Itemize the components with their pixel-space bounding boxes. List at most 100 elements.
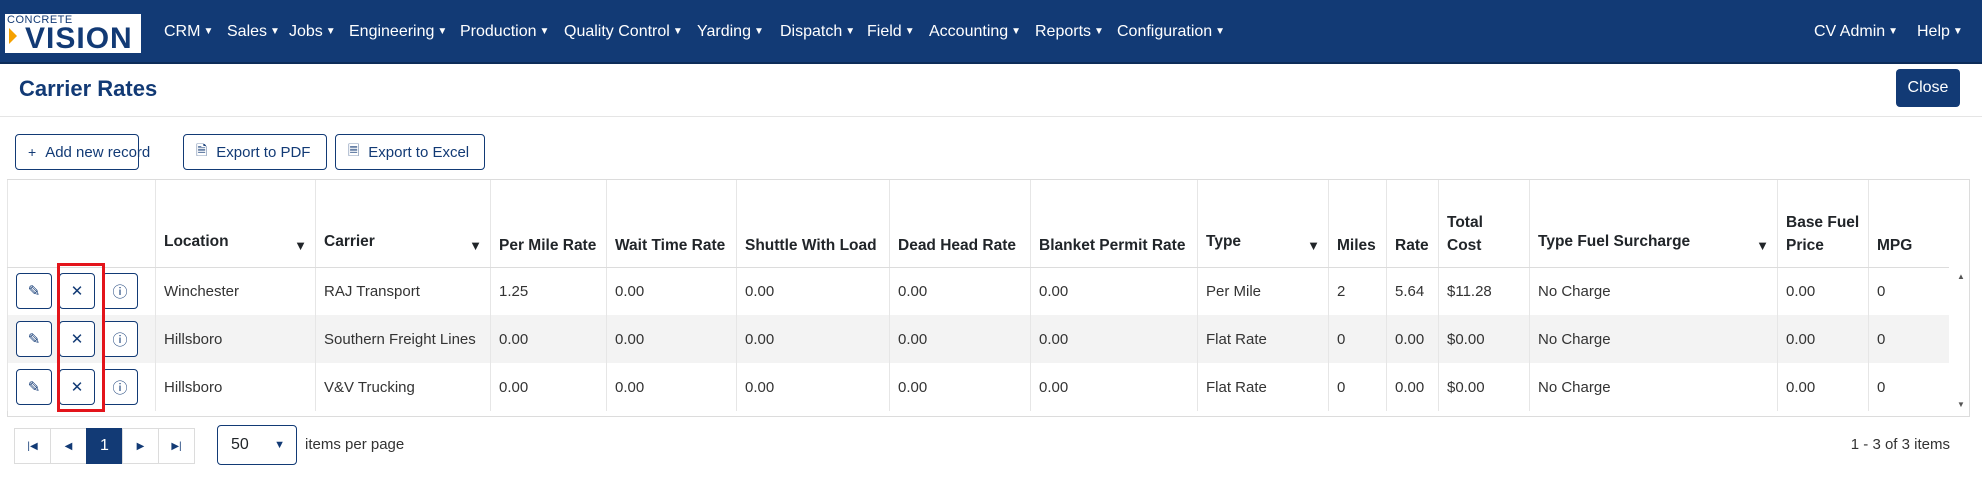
chevron-down-icon: ▼ <box>274 439 285 451</box>
pdf-icon: 🗎 <box>196 142 208 158</box>
cell-miles: 0 <box>1328 315 1387 363</box>
cell-carrier: Southern Freight Lines <box>315 315 491 363</box>
first-page-button[interactable]: |◀ <box>14 428 51 464</box>
delete-buttons-highlight <box>57 263 105 412</box>
cell-shuttle-with-load: 0.00 <box>736 315 890 363</box>
nav-crm[interactable]: CRM ▼ <box>164 23 213 41</box>
column-header-per-mile-rate[interactable]: Per Mile Rate <box>490 180 607 268</box>
items-per-page-label: items per page <box>305 436 405 453</box>
export-pdf-button[interactable]: 🗎 Export to PDF <box>183 134 327 170</box>
export-excel-button[interactable]: 🗏 Export to Excel <box>335 134 485 170</box>
caret-down-icon: ▼ <box>753 26 764 37</box>
cell-per-mile-rate: 0.00 <box>490 315 607 363</box>
nav-dispatch[interactable]: Dispatch ▼ <box>780 23 855 41</box>
column-header-type[interactable]: Type ▼ <box>1197 180 1329 268</box>
column-header-location[interactable]: Location ▼ <box>155 180 316 268</box>
nav-user-menu[interactable]: CV Admin ▼ <box>1814 23 1898 41</box>
previous-page-button[interactable]: ◀ <box>50 428 87 464</box>
page-size-select[interactable]: 50 ▼ <box>217 425 297 465</box>
cell-base-fuel-price: 0.00 <box>1777 267 1869 315</box>
info-button[interactable]: ⓘ <box>102 369 138 405</box>
nav-engineering[interactable]: Engineering ▼ <box>349 23 447 41</box>
top-navbar: CONCRETE VISION CRM ▼ Sales ▼ Jobs ▼ Engine… <box>0 0 1982 64</box>
cell-wait-time-rate: 0.00 <box>606 315 737 363</box>
cell-location: Hillsboro <box>155 363 316 411</box>
nav-accounting[interactable]: Accounting ▼ <box>929 23 1021 41</box>
info-button[interactable]: ⓘ <box>102 321 138 357</box>
cell-wait-time-rate: 0.00 <box>606 363 737 411</box>
edit-icon: ✎ <box>27 379 41 396</box>
caret-down-icon: ▼ <box>539 26 550 37</box>
caret-down-icon: ▼ <box>904 26 915 37</box>
page-number-button[interactable]: 1 <box>86 428 123 464</box>
nav-sales[interactable]: Sales ▼ <box>227 23 280 41</box>
edit-button[interactable]: ✎ <box>16 369 52 405</box>
column-header-total-cost[interactable]: Total Cost <box>1438 180 1530 268</box>
cell-shuttle-with-load: 0.00 <box>736 363 890 411</box>
cell-wait-time-rate: 0.00 <box>606 267 737 315</box>
cell-type: Flat Rate <box>1197 363 1329 411</box>
cell-base-fuel-price: 0.00 <box>1777 315 1869 363</box>
pager: |◀ ◀ 1 ▶ ▶| <box>14 428 195 464</box>
last-page-button[interactable]: ▶| <box>158 428 195 464</box>
cell-location: Hillsboro <box>155 315 316 363</box>
caret-down-icon: ▼ <box>1952 26 1963 37</box>
table-row[interactable]: ✎ ✕ ⓘ Winchester RAJ Transport 1.25 0.00 0.00 0.… <box>7 267 1949 315</box>
column-header-base-fuel-price[interactable]: Base Fuel Price <box>1777 180 1869 268</box>
column-header-miles[interactable]: Miles <box>1328 180 1387 268</box>
info-button[interactable]: ⓘ <box>102 273 138 310</box>
caret-down-icon: ▼ <box>1888 26 1899 37</box>
filter-icon[interactable]: ▼ <box>294 234 307 257</box>
cell-location: Winchester <box>155 267 316 315</box>
column-header-dead-head-rate[interactable]: Dead Head Rate <box>889 180 1031 268</box>
scroll-up-icon[interactable]: ▲ <box>1957 272 1965 281</box>
table-row[interactable]: ✎ ✕ ⓘ Hillsboro V&V Trucking 0.00 0.00 0.00 0.00… <box>7 363 1949 411</box>
cell-type-fuel-surcharge: No Charge <box>1529 267 1778 315</box>
column-header-wait-time-rate[interactable]: Wait Time Rate <box>606 180 737 268</box>
logo-arrow-icon <box>9 28 17 44</box>
cell-total-cost: $11.28 <box>1438 267 1530 315</box>
column-header-blanket-permit-rate[interactable]: Blanket Permit Rate <box>1030 180 1198 268</box>
column-header-mpg[interactable]: MPG <box>1868 180 1949 268</box>
close-button[interactable]: Close <box>1896 69 1960 107</box>
column-header-carrier[interactable]: Carrier ▼ <box>315 180 491 268</box>
nav-production[interactable]: Production ▼ <box>460 23 549 41</box>
edit-button[interactable]: ✎ <box>16 273 52 310</box>
grid-vertical-scrollbar[interactable]: ▲ ▼ <box>1954 268 1968 416</box>
cell-mpg: 0 <box>1868 363 1949 411</box>
filter-icon[interactable]: ▼ <box>469 234 482 257</box>
nav-yarding[interactable]: Yarding ▼ <box>697 23 764 41</box>
cell-total-cost: $0.00 <box>1438 363 1530 411</box>
nav-field[interactable]: Field ▼ <box>867 23 915 41</box>
excel-icon: 🗏 <box>348 142 360 158</box>
nav-quality-control[interactable]: Quality Control ▼ <box>564 23 683 41</box>
cell-total-cost: $0.00 <box>1438 315 1530 363</box>
nav-configuration[interactable]: Configuration ▼ <box>1117 23 1225 41</box>
cell-blanket-permit-rate: 0.00 <box>1030 315 1198 363</box>
info-icon: ⓘ <box>112 379 128 397</box>
nav-reports[interactable]: Reports ▼ <box>1035 23 1104 41</box>
grid-header-row: Location ▼ Carrier ▼ Per Mile Rate Wait Ti… <box>7 180 1949 268</box>
nav-help[interactable]: Help ▼ <box>1917 23 1963 41</box>
column-header-type-fuel-surcharge[interactable]: Type Fuel Surcharge ▼ <box>1529 180 1778 268</box>
add-new-record-button[interactable]: + Add new record <box>15 134 150 170</box>
cell-dead-head-rate: 0.00 <box>889 267 1031 315</box>
caret-down-icon: ▼ <box>325 26 336 37</box>
scroll-down-icon[interactable]: ▼ <box>1957 400 1965 409</box>
caret-down-icon: ▼ <box>270 26 280 37</box>
concrete-vision-logo[interactable]: CONCRETE VISION <box>5 14 141 53</box>
caret-down-icon: ▼ <box>845 26 856 37</box>
column-header-rate[interactable]: Rate <box>1386 180 1439 268</box>
caret-down-icon: ▼ <box>1011 26 1022 37</box>
edit-button[interactable]: ✎ <box>16 321 52 357</box>
filter-icon[interactable]: ▼ <box>1756 234 1769 257</box>
cell-type-fuel-surcharge: No Charge <box>1529 315 1778 363</box>
cell-mpg: 0 <box>1868 267 1949 315</box>
caret-down-icon: ▼ <box>437 26 448 37</box>
filter-icon[interactable]: ▼ <box>1307 234 1320 257</box>
next-page-button[interactable]: ▶ <box>122 428 159 464</box>
column-header-shuttle-with-load[interactable]: Shuttle With Load <box>736 180 890 268</box>
table-row[interactable]: ✎ ✕ ⓘ Hillsboro Southern Freight Lines 0.00 0.… <box>7 315 1949 363</box>
nav-jobs[interactable]: Jobs ▼ <box>289 23 336 41</box>
grid-table: Location ▼ Carrier ▼ Per Mile Rate Wait Ti… <box>7 180 1949 411</box>
